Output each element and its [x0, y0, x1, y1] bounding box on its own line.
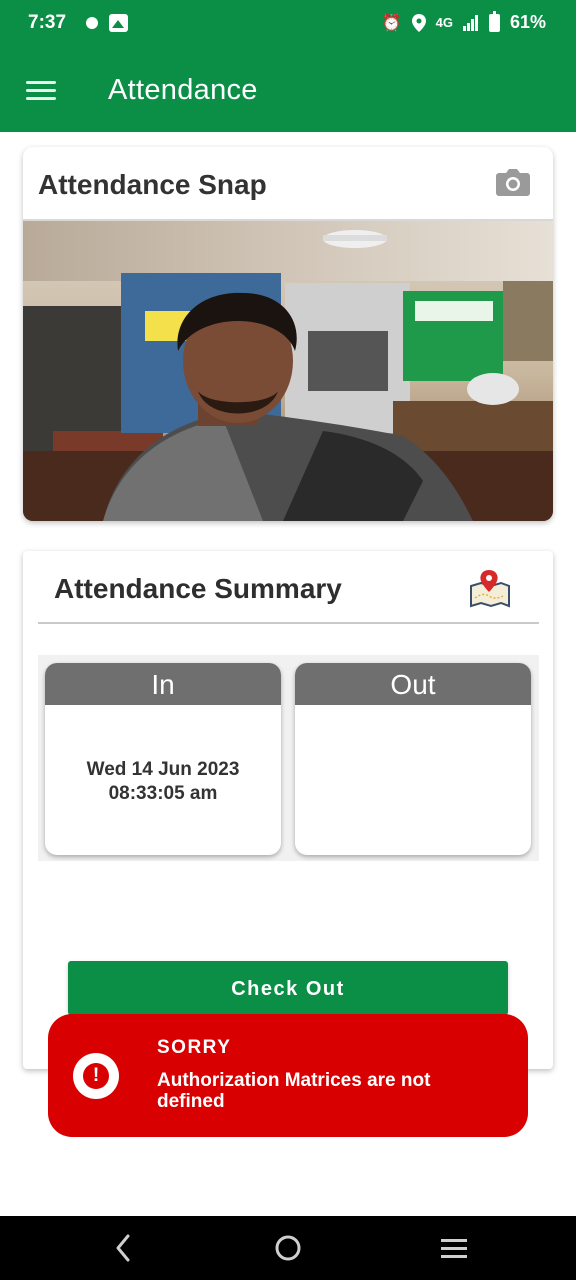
recents-menu-icon[interactable] [422, 1216, 486, 1280]
check-out-button[interactable]: Check Out [68, 961, 508, 1015]
attendance-screen: 7:37 ⏰ 4G 61% Attendance Attendance Snap [0, 0, 576, 1280]
hamburger-menu-icon[interactable] [26, 79, 56, 101]
snap-card-title: Attendance Snap [38, 169, 267, 200]
alarm-icon: ⏰ [381, 14, 402, 32]
in-out-area: In Wed 14 Jun 2023 08:33:05 am Out [38, 655, 539, 861]
status-time: 7:37 [28, 12, 67, 33]
check-in-date: Wed 14 Jun 2023 [86, 759, 240, 780]
battery-level: 61% [509, 12, 546, 32]
map-pin-icon[interactable] [469, 568, 511, 608]
back-icon[interactable] [90, 1216, 154, 1280]
battery-icon [488, 10, 500, 32]
attendance-photo [23, 221, 553, 521]
gallery-notification-icon [109, 14, 128, 32]
check-out-header: Out [295, 663, 531, 705]
check-out-card: Out [295, 663, 531, 855]
error-alert-icon [73, 1053, 119, 1099]
summary-divider [38, 622, 539, 624]
error-toast: SORRY Authorization Matrices are not def… [48, 1014, 528, 1137]
page-title: Attendance [108, 74, 258, 106]
toast-message: Authorization Matrices are not defined [157, 1070, 431, 1112]
summary-card-title: Attendance Summary [54, 573, 342, 604]
check-in-time: 08:33:05 am [108, 783, 218, 804]
camera-icon[interactable] [495, 167, 531, 197]
check-in-header: In [45, 663, 281, 705]
network-type: 4G [435, 15, 453, 30]
app-bar: Attendance [0, 48, 576, 132]
status-bar: 7:37 ⏰ 4G 61% [0, 0, 576, 48]
location-icon [411, 13, 426, 32]
system-navigation-bar [0, 1216, 576, 1280]
status-indicators: ⏰ 4G 61% [381, 10, 546, 33]
check-out-body [295, 705, 531, 758]
signal-icon [462, 14, 478, 31]
toast-title: SORRY [157, 1037, 232, 1058]
notification-dot-icon [86, 17, 98, 29]
home-icon[interactable] [256, 1216, 320, 1280]
check-in-body: Wed 14 Jun 2023 08:33:05 am [45, 705, 281, 806]
attendance-snap-card: Attendance Snap [23, 147, 553, 521]
check-in-card: In Wed 14 Jun 2023 08:33:05 am [45, 663, 281, 855]
attendance-summary-card: Attendance Summary In Wed 14 Jun 2023 08… [23, 551, 553, 1069]
